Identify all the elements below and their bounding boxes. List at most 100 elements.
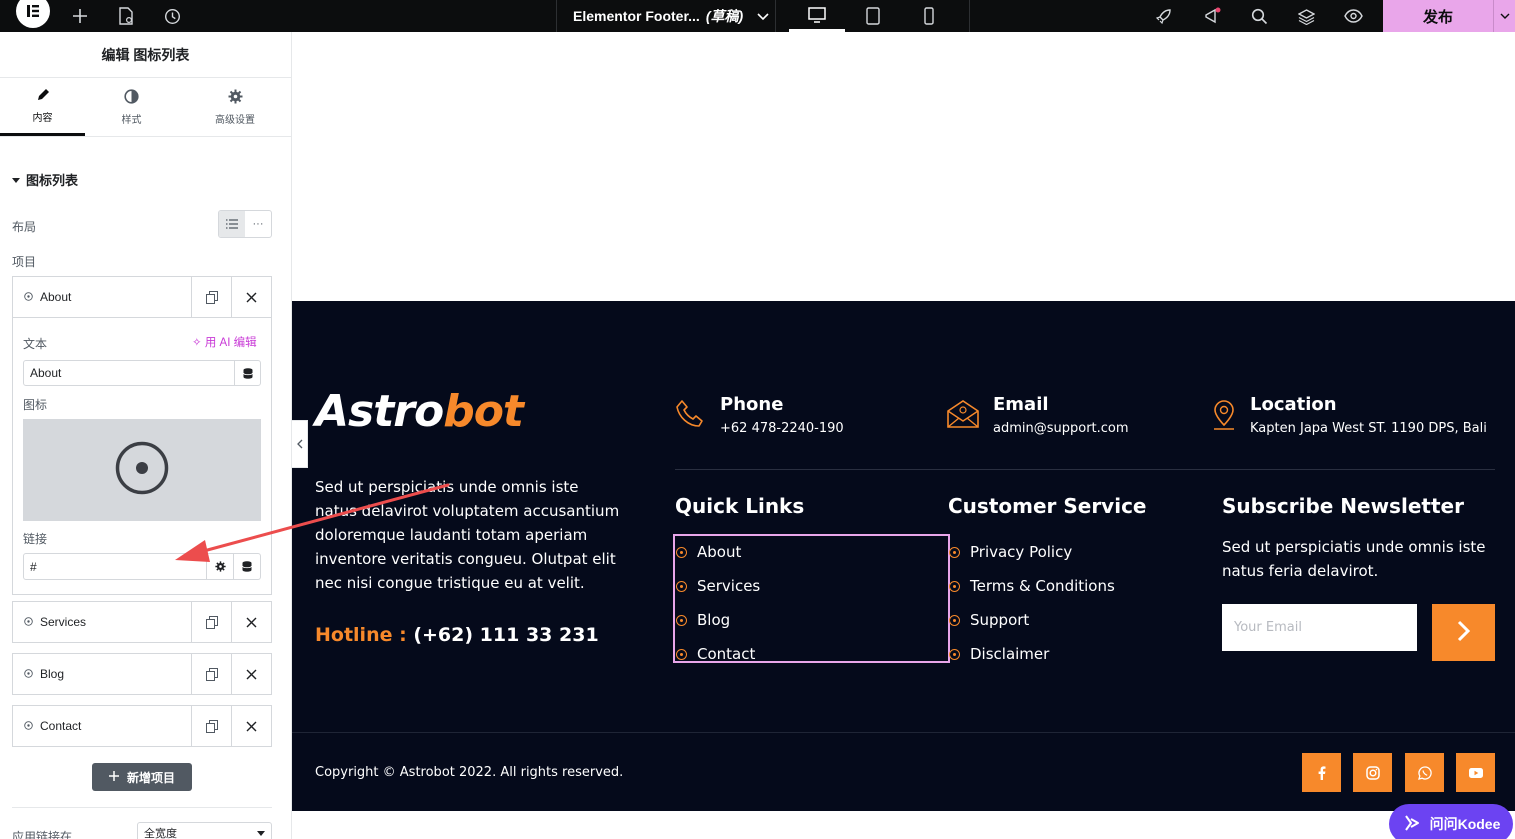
contact-title: Phone <box>720 394 784 415</box>
quick-link-contact[interactable]: Contact <box>676 637 760 671</box>
link-terms[interactable]: Terms & Conditions <box>949 569 1115 603</box>
elementor-logo[interactable] <box>16 0 50 28</box>
circle-dot-icon <box>24 615 33 629</box>
ask-kodee-button[interactable]: 问问Kodee <box>1389 804 1513 839</box>
tab-content[interactable]: 内容 <box>0 78 85 136</box>
circle-dot-icon <box>24 719 33 733</box>
collapse-panel-chevron-left-icon[interactable] <box>292 420 308 468</box>
rocket-icon[interactable] <box>1152 0 1174 32</box>
contact-value: Kapten Japa West ST. 1190 DPS, Bali <box>1250 421 1487 436</box>
circle-dot-icon <box>949 614 960 626</box>
responsive-mode-switcher <box>776 0 970 32</box>
repeater-item-about[interactable]: About <box>12 276 272 318</box>
contact-value: admin@support.com <box>993 421 1129 436</box>
apply-link-select[interactable]: 全宽度 <box>137 822 272 839</box>
duplicate-icon[interactable] <box>191 706 231 746</box>
caret-down-icon <box>257 827 265 839</box>
quick-link-services[interactable]: Services <box>676 569 760 603</box>
astrobot-logo[interactable]: Astrobot <box>315 386 524 437</box>
instagram-icon[interactable] <box>1353 753 1392 792</box>
duplicate-icon[interactable] <box>191 602 231 642</box>
tab-style-label: 样式 <box>121 114 142 126</box>
ai-edit-label: 用 AI 编辑 <box>204 337 257 349</box>
link-options-gear-icon[interactable] <box>206 554 233 579</box>
page-settings-icon[interactable] <box>114 0 138 32</box>
quick-link-blog[interactable]: Blog <box>676 603 760 637</box>
remove-icon[interactable] <box>231 706 271 746</box>
section-toggle-icon-list[interactable]: 图标列表 <box>12 170 78 189</box>
circle-dot-icon <box>115 441 169 500</box>
link-privacy-policy[interactable]: Privacy Policy <box>949 535 1115 569</box>
facebook-icon[interactable] <box>1302 753 1341 792</box>
document-title-dropdown[interactable]: Elementor Footer... (草稿) <box>556 0 776 32</box>
history-icon[interactable] <box>160 0 184 32</box>
customer-service-list: Privacy Policy Terms & Conditions Suppor… <box>949 535 1115 671</box>
chevron-down-icon <box>757 8 769 24</box>
circle-dot-icon <box>676 546 687 558</box>
apply-link-label: 应用链接在 <box>12 830 73 839</box>
newsletter-submit-button[interactable] <box>1432 604 1495 661</box>
icon-picker-preview[interactable] <box>23 419 261 521</box>
quick-links-title: Quick Links <box>675 494 805 518</box>
quick-link-about[interactable]: About <box>676 535 760 569</box>
divider <box>12 807 272 808</box>
divider <box>292 732 1515 733</box>
search-icon[interactable] <box>1248 0 1270 32</box>
newsletter-text: Sed ut perspiciatis unde omnis iste natu… <box>1222 538 1486 580</box>
add-element-icon[interactable] <box>68 0 92 32</box>
text-field-label: 文本 <box>23 337 48 351</box>
repeater-item-blog[interactable]: Blog <box>12 653 272 695</box>
quick-links-list: About Services Blog Contact <box>676 535 760 671</box>
circle-dot-icon <box>949 546 960 558</box>
duplicate-icon[interactable] <box>191 654 231 694</box>
tablet-view-icon[interactable] <box>845 0 901 32</box>
dynamic-tags-icon[interactable] <box>233 554 260 579</box>
layout-toggle: ··· <box>218 210 272 238</box>
sparkle-icon: ✧ <box>192 337 202 349</box>
remove-icon[interactable] <box>231 654 271 694</box>
publish-button[interactable]: 发布 <box>1383 0 1493 32</box>
layers-icon[interactable] <box>1295 0 1317 32</box>
youtube-icon[interactable] <box>1456 753 1495 792</box>
desktop-view-icon[interactable] <box>789 0 845 32</box>
link-support[interactable]: Support <box>949 603 1115 637</box>
remove-icon[interactable] <box>231 602 271 642</box>
text-field[interactable]: About <box>23 360 261 386</box>
contact-location: Location Kapten Japa West ST. 1190 DPS, … <box>1212 393 1487 436</box>
repeater-item-services[interactable]: Services <box>12 601 272 643</box>
link-field-value: # <box>30 559 37 574</box>
mobile-view-icon[interactable] <box>901 0 957 32</box>
location-pin-icon <box>1212 399 1236 436</box>
editor-panel: 编辑 图标列表 内容 样式 高级设置 图标列表 布局 ··· 项目 About … <box>0 32 292 839</box>
preview-eye-icon[interactable] <box>1341 0 1365 32</box>
link-disclaimer[interactable]: Disclaimer <box>949 637 1115 671</box>
repeater-item-label: About <box>40 290 72 304</box>
circle-dot-icon <box>949 580 960 592</box>
publish-options-chevron-icon[interactable] <box>1493 0 1515 32</box>
contact-value: +62 478-2240-190 <box>720 421 844 436</box>
icon-field-label: 图标 <box>23 398 48 412</box>
remove-icon[interactable] <box>231 277 271 317</box>
tab-style[interactable]: 样式 <box>85 78 178 136</box>
ai-edit-link[interactable]: ✧ 用 AI 编辑 <box>192 334 257 350</box>
site-footer: Astrobot Sed ut perspiciatis unde omnis … <box>292 301 1515 811</box>
repeater-item-label: Contact <box>40 719 82 733</box>
link-field[interactable]: # <box>23 553 261 580</box>
hotline-label: Hotline : <box>315 624 407 646</box>
layout-inline-dots-icon[interactable]: ··· <box>245 211 271 237</box>
layout-default-list-icon[interactable] <box>219 211 245 237</box>
dynamic-tags-icon[interactable] <box>234 361 260 385</box>
copyright-text: Copyright © Astrobot 2022. All rights re… <box>315 765 624 780</box>
panel-tabs: 内容 样式 高级设置 <box>0 78 291 137</box>
document-title: Elementor Footer... <box>573 8 700 24</box>
add-item-button[interactable]: 新增项目 <box>92 763 192 791</box>
link-field-label: 链接 <box>23 532 48 546</box>
newsletter-email-input[interactable]: Your Email <box>1222 604 1417 651</box>
duplicate-icon[interactable] <box>191 277 231 317</box>
whatsapp-icon[interactable] <box>1405 753 1444 792</box>
tab-content-label: 内容 <box>32 112 53 124</box>
tab-advanced[interactable]: 高级设置 <box>178 78 292 136</box>
notifications-icon[interactable] <box>1200 0 1224 32</box>
circle-dot-icon <box>676 648 687 660</box>
repeater-item-contact[interactable]: Contact <box>12 705 272 747</box>
